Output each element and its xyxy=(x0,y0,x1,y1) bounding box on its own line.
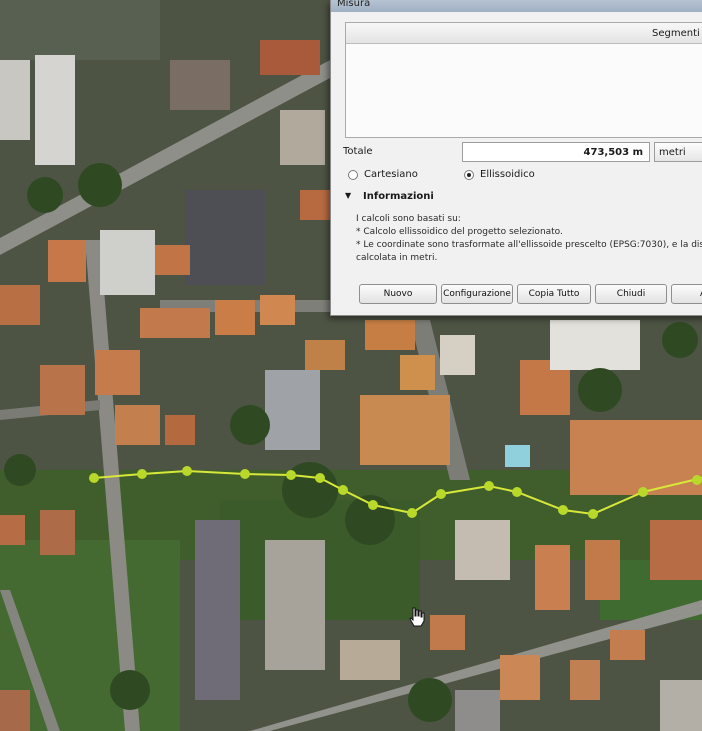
dialog-title: Misura xyxy=(337,0,371,9)
help-button[interactable]: Ai xyxy=(671,284,702,304)
segments-table[interactable]: Segmenti [ 2 2 1 2 xyxy=(345,22,702,138)
cartesian-radio-label[interactable]: Cartesiano xyxy=(364,169,418,180)
info-text-line: calcolata in metri. xyxy=(356,253,438,263)
info-text-line: * Le coordinate sono trasformate all'ell… xyxy=(356,240,702,250)
total-label: Totale xyxy=(343,146,373,157)
ellipsoidal-radio[interactable] xyxy=(464,170,474,180)
configuration-button[interactable]: Configurazione xyxy=(441,284,513,304)
copy-all-button[interactable]: Copia Tutto xyxy=(517,284,591,304)
info-section-title: Informazioni xyxy=(363,191,434,202)
ellipsoidal-radio-label[interactable]: Ellissoidico xyxy=(480,169,535,180)
new-button[interactable]: Nuovo xyxy=(359,284,437,304)
segments-header-label: Segmenti [ xyxy=(652,28,702,39)
measure-dialog: Misura Segmenti [ 2 2 1 2 Totale 473,503… xyxy=(330,0,702,316)
info-text-line: * Calcolo ellissoidico del progetto sele… xyxy=(356,227,563,237)
unit-select[interactable]: metri xyxy=(654,142,702,162)
unit-select-value: metri xyxy=(659,147,686,158)
info-text-line: I calcoli sono basati su: xyxy=(356,214,461,224)
hand-cursor-icon xyxy=(409,607,425,627)
total-value-field: 473,503 m xyxy=(462,142,650,162)
dialog-titlebar[interactable]: Misura xyxy=(331,0,702,12)
close-button[interactable]: Chiudi xyxy=(595,284,667,304)
total-value: 473,503 m xyxy=(583,147,643,158)
triangle-down-icon: ▼ xyxy=(345,191,352,200)
segments-column-header[interactable]: Segmenti [ xyxy=(346,23,702,44)
cartesian-radio[interactable] xyxy=(348,170,358,180)
